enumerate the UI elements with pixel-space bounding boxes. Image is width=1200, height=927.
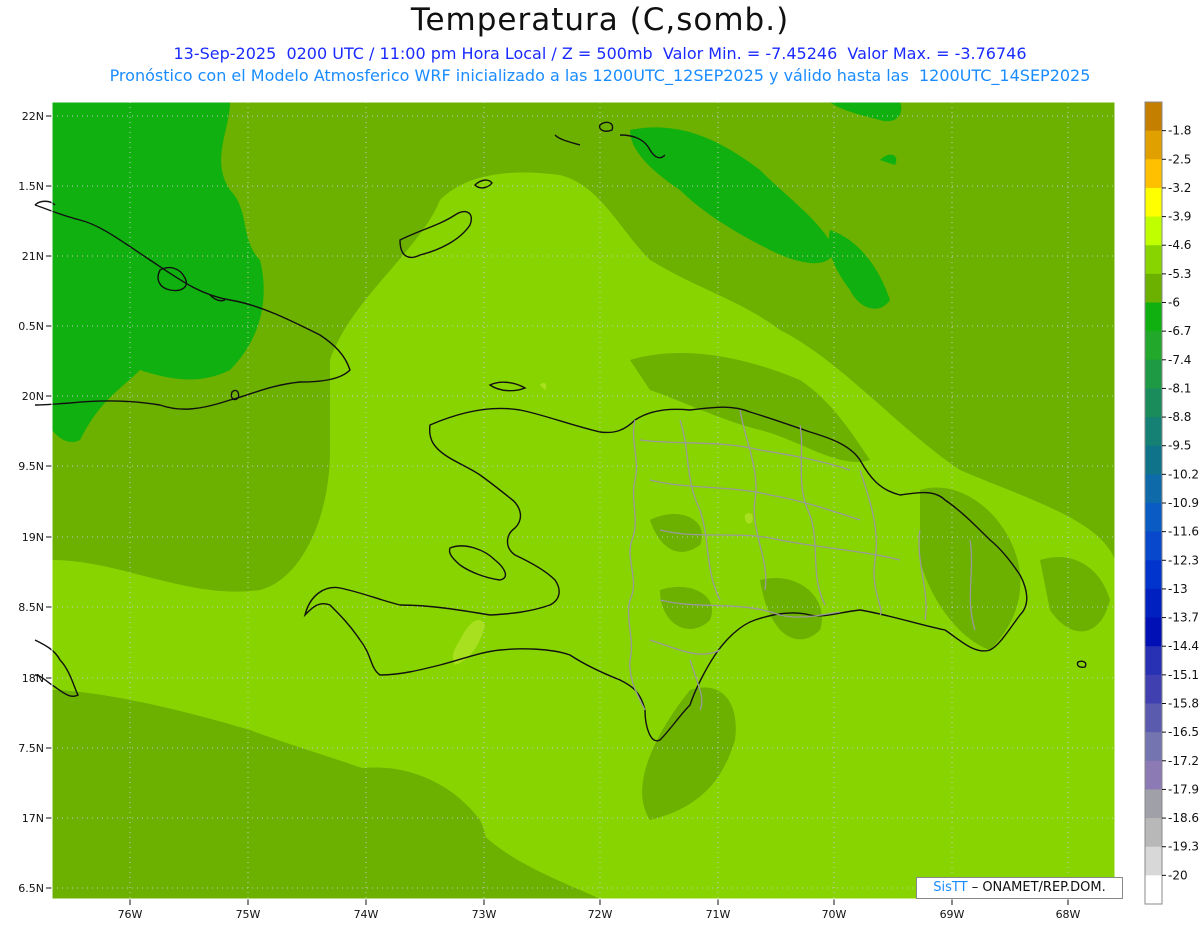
lat-label: 8.5N xyxy=(18,601,44,614)
colorbar-label: -16.5 xyxy=(1168,725,1199,739)
colorbar-swatch xyxy=(1145,417,1162,447)
colorbar-swatch xyxy=(1145,760,1162,790)
colorbar-swatch xyxy=(1145,560,1162,590)
colorbar-swatch xyxy=(1145,674,1162,704)
colorbar-label: -17.9 xyxy=(1168,782,1199,796)
colorbar-label: -8.8 xyxy=(1168,410,1191,424)
colorbar-label: -7.4 xyxy=(1168,353,1191,367)
lat-label: 20N xyxy=(22,390,44,403)
lat-axis: 22N 1.5N 21N 0.5N 20N 9.5N 19N 8.5N 18N 7.5N 17N 6.… xyxy=(18,110,52,895)
colorbar-label: -2.5 xyxy=(1168,152,1191,166)
lon-label: 69W xyxy=(940,908,965,921)
colorbar-label: -17.2 xyxy=(1168,754,1199,768)
colorbar-label: -19.3 xyxy=(1168,840,1199,854)
forecast-map: 22N 1.5N 21N 0.5N 20N 9.5N 19N 8.5N 18N 7.5N 17N 6.… xyxy=(18,101,1199,921)
colorbar-label: -10.2 xyxy=(1168,467,1199,481)
map-title: Temperatura (C,somb.) xyxy=(410,2,790,38)
lon-label: 70W xyxy=(822,908,847,921)
colorbar-label: -15.1 xyxy=(1168,668,1199,682)
colorbar-label: -6 xyxy=(1168,296,1180,310)
map-subtitle-time: 13-Sep-2025 0200 UTC / 11:00 pm Hora Loc… xyxy=(173,44,1027,63)
colorbar-label: -13 xyxy=(1168,582,1188,596)
colorbar-swatch xyxy=(1145,588,1162,619)
credit-box: SisTT – ONAMET/REP.DOM. xyxy=(916,877,1123,899)
colorbar-swatch xyxy=(1145,875,1162,905)
colorbar-swatch xyxy=(1145,732,1162,762)
lon-label: 71W xyxy=(706,908,731,921)
lat-label: 7.5N xyxy=(18,742,44,755)
lat-label: 1.5N xyxy=(18,180,44,193)
lat-label: 17N xyxy=(22,812,44,825)
colorbar-label: -11.6 xyxy=(1168,525,1199,539)
map-subtitle-model: Pronóstico con el Modelo Atmosferico WRF… xyxy=(109,66,1091,85)
colorbar-swatch xyxy=(1145,503,1162,533)
colorbar-swatch xyxy=(1145,646,1162,676)
colorbar-label: -4.6 xyxy=(1168,238,1191,252)
colorbar-label: -18.6 xyxy=(1168,811,1199,825)
lon-label: 75W xyxy=(236,908,261,921)
colorbar-swatch xyxy=(1145,273,1162,303)
lon-label: 72W xyxy=(588,908,613,921)
colorbar-swatch xyxy=(1145,359,1162,389)
colorbar-swatch xyxy=(1145,302,1162,332)
colorbar-swatch xyxy=(1145,818,1162,848)
colorbar-swatch xyxy=(1145,331,1162,361)
colorbar-label: -15.8 xyxy=(1168,697,1199,711)
colorbar-label: -3.2 xyxy=(1168,181,1191,195)
colorbar-label: -6.7 xyxy=(1168,324,1191,338)
colorbar-swatch xyxy=(1145,846,1162,876)
colorbar-swatch xyxy=(1145,474,1162,504)
colorbar-label: -5.3 xyxy=(1168,267,1191,281)
lat-label: 0.5N xyxy=(18,320,44,333)
lat-label: 21N xyxy=(22,250,44,263)
colorbar-label: -13.7 xyxy=(1168,611,1199,625)
colorbar-swatch xyxy=(1145,388,1162,418)
lat-label: 19N xyxy=(22,531,44,544)
colorbar-label: -9.5 xyxy=(1168,439,1191,453)
colorbar-swatch xyxy=(1145,130,1162,160)
colorbar-label: -20 xyxy=(1168,868,1188,882)
colorbar-swatch xyxy=(1145,216,1162,246)
lat-label: 9.5N xyxy=(18,460,44,473)
lon-label: 74W xyxy=(354,908,379,921)
credit-text: – ONAMET/REP.DOM. xyxy=(967,880,1106,895)
colorbar-label: -10.9 xyxy=(1168,496,1199,510)
lon-label: 68W xyxy=(1056,908,1081,921)
colorbar-swatch xyxy=(1145,187,1162,218)
colorbar-swatch xyxy=(1145,703,1162,733)
sispi-logo: SisTT xyxy=(933,880,968,895)
lat-label: 6.5N xyxy=(18,882,44,895)
colorbar-label: -1.8 xyxy=(1168,124,1191,138)
colorbar-swatch xyxy=(1145,617,1162,647)
colorbar-swatch xyxy=(1145,102,1162,132)
colorbar-label: -12.3 xyxy=(1168,553,1199,567)
colorbar-swatch xyxy=(1145,445,1162,475)
colorbar-label: -8.1 xyxy=(1168,381,1191,395)
colorbar-swatch xyxy=(1145,245,1162,275)
colorbar-label: -14.4 xyxy=(1168,639,1199,653)
colorbar-swatch xyxy=(1145,531,1162,561)
lat-label: 22N xyxy=(22,110,44,123)
lat-label: 18N xyxy=(22,672,44,685)
colorbar-label: -3.9 xyxy=(1168,210,1191,224)
colorbar: -1.8 -2.5 -3.2 -3.9 -4.6 -5.3 -6 -6.7 -7.4 -8.1 -8… xyxy=(1144,101,1199,905)
lon-axis: 76W 75W 74W 73W 72W 71W 70W 69W 68W xyxy=(118,899,1081,921)
colorbar-swatch xyxy=(1145,789,1162,819)
colorbar-swatch xyxy=(1145,159,1162,189)
lon-label: 76W xyxy=(118,908,143,921)
lon-label: 73W xyxy=(472,908,497,921)
